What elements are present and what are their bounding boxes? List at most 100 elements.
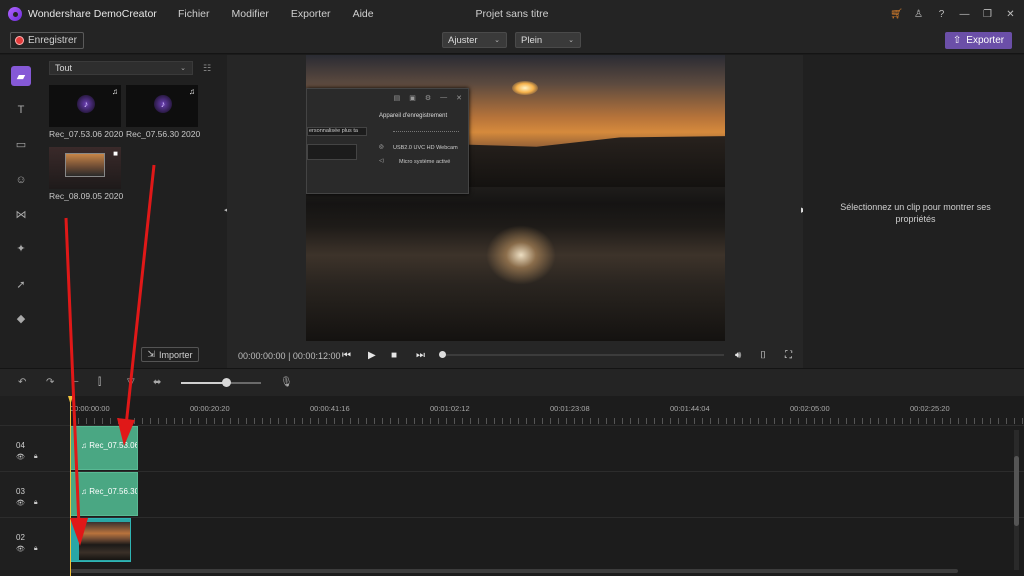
media-item-label: Rec_07.53.06 2020... — [49, 129, 124, 139]
ruler-label: 00:01:23:08 — [550, 404, 590, 413]
visibility-icon[interactable]: 👁︎ — [16, 545, 25, 553]
effects-icon[interactable]: ✦ — [11, 238, 31, 258]
fit-dropdown[interactable]: Ajuster ⌄ — [442, 32, 507, 48]
sticker-icon[interactable]: ☺ — [11, 170, 31, 190]
track-number: 02 — [16, 533, 25, 542]
media-filter-dropdown[interactable]: Tout ⌄ — [49, 61, 193, 75]
time-separator: | — [288, 350, 291, 361]
record-label: Enregistrer — [28, 35, 77, 46]
menu-exporter[interactable]: Exporter — [291, 8, 331, 20]
play-icon[interactable]: ▶ — [368, 350, 376, 361]
cart-icon[interactable]: 🛒︎ — [890, 9, 903, 20]
app-window: Wondershare DemoCreator Fichier Modifier… — [0, 0, 1024, 576]
total-time: 00:00:12:00 — [292, 350, 341, 361]
track-controls: 👁︎ 🔒︎ — [16, 453, 38, 461]
time-readout: 00:00:00:00 | 00:00:12:00 — [238, 351, 340, 361]
previous-frame-icon[interactable]: ⏮ — [342, 350, 351, 361]
lock-icon[interactable]: 🔒︎ — [34, 499, 38, 507]
color-icon[interactable]: ◆ — [11, 308, 31, 328]
track-divider — [0, 425, 1024, 426]
mic-label: Micro système activé — [399, 159, 451, 165]
music-icon: ♪ — [77, 95, 95, 113]
sun-glow — [512, 81, 538, 95]
maximize-icon[interactable]: ❐ — [982, 9, 993, 20]
visibility-icon[interactable]: 👁︎ — [16, 453, 25, 461]
track-controls: 👁︎ 🔒︎ — [16, 499, 38, 507]
preview-panel: ▤ ▣ ⚙ — ✕ Appareil d'enregistrement erso… — [227, 55, 803, 368]
timeline-horizontal-scrollbar[interactable] — [70, 569, 958, 573]
record-button[interactable]: Enregistrer — [10, 32, 84, 49]
fullscreen-icon[interactable]: ⛶ — [785, 350, 792, 361]
playhead[interactable] — [70, 396, 71, 576]
recorder-overlay: ▤ ▣ ⚙ — ✕ Appareil d'enregistrement erso… — [306, 88, 469, 194]
media-item-audio[interactable]: ♪ ♫ — [126, 85, 198, 127]
media-item-label: Rec_08.09.05 2020... — [49, 191, 124, 201]
export-icon: ⇧ — [952, 35, 962, 46]
help-icon[interactable]: ? — [936, 9, 947, 20]
marker-icon[interactable]: ▽ — [127, 377, 135, 388]
next-frame-icon[interactable]: ⏭ — [416, 350, 425, 361]
track-divider — [0, 517, 1024, 518]
ruler-label: 00:01:02:12 — [430, 404, 470, 413]
volume-icon[interactable]: 🔊︎ — [735, 350, 741, 361]
cursor-effects-icon[interactable]: ➚ — [11, 274, 31, 294]
ruler-label: 00:01:44:04 — [670, 404, 710, 413]
export-button[interactable]: ⇧ Exporter — [945, 32, 1012, 49]
folder-icon[interactable]: ▰ — [11, 66, 31, 86]
webcam-label: USB2.0 UVC HD Webcam — [393, 145, 458, 151]
player-controls: 00:00:00:00 | 00:00:12:00 ⏮ ▶ ■ ⏭ 🔊︎ ⌷ ⛶ — [227, 343, 803, 368]
media-item-audio[interactable]: ♪ ♫ — [49, 85, 121, 127]
timeline: 00:00:00:00 00:00:20:20 00:00:41:16 00:0… — [0, 396, 1024, 576]
fit-timeline-icon[interactable]: ⬌ — [153, 377, 161, 388]
text-template-icon[interactable]: T — [11, 100, 31, 120]
stop-icon[interactable]: ■ — [391, 350, 397, 361]
split-icon[interactable]: ⫿ — [98, 377, 101, 388]
menu-fichier[interactable]: Fichier — [178, 8, 210, 20]
track-divider — [0, 471, 1024, 472]
annotation-icon[interactable]: ▭ — [11, 134, 31, 154]
transition-icon[interactable]: ⋈ — [11, 204, 31, 224]
video-clip[interactable] — [70, 518, 131, 562]
recorder-size-field: ersonnalisée plus ta — [307, 127, 367, 136]
visibility-icon[interactable]: 👁︎ — [16, 499, 25, 507]
menu-aide[interactable]: Aide — [353, 8, 374, 20]
export-label: Exporter — [966, 35, 1005, 46]
seek-bar[interactable] — [442, 354, 724, 356]
grid-view-icon[interactable]: ☷ — [203, 63, 211, 74]
lock-icon[interactable]: 🔒︎ — [34, 453, 38, 461]
quality-dropdown[interactable]: Plein ⌄ — [515, 32, 581, 48]
audio-clip-label: ♫ Rec_07.53.06 — [81, 441, 138, 450]
microphone-icon[interactable]: 🎙︎ — [280, 377, 293, 388]
current-time: 00:00:00:00 — [238, 350, 286, 361]
properties-panel: Sélectionnez un clip pour montrer ses pr… — [803, 55, 1024, 368]
seek-handle[interactable] — [439, 351, 446, 358]
account-icon[interactable]: ♙ — [913, 9, 924, 20]
media-item-video[interactable]: ■ — [49, 147, 121, 189]
record-icon — [15, 36, 24, 45]
audio-clip[interactable]: ♫ Rec_07.53.06 — [70, 426, 138, 470]
close-icon[interactable]: ✕ — [1005, 9, 1016, 20]
track-number: 03 — [16, 487, 25, 496]
video-clip-thumbnail — [79, 522, 130, 560]
snapshot-icon[interactable]: ⌷ — [760, 350, 766, 361]
chevron-down-icon: ⌄ — [568, 37, 574, 44]
window-controls: 🛒︎ ♙ ? — ❐ ✕ — [890, 0, 1016, 28]
import-button[interactable]: ⇲ Importer — [141, 347, 199, 362]
preview-canvas: ▤ ▣ ⚙ — ✕ Appareil d'enregistrement erso… — [306, 55, 725, 341]
undo-icon[interactable]: ↶ — [18, 377, 26, 388]
app-logo-icon — [8, 7, 22, 21]
timeline-vertical-scroll-thumb[interactable] — [1014, 456, 1019, 526]
time-ruler[interactable]: 00:00:00:00 00:00:20:20 00:00:41:16 00:0… — [70, 396, 1024, 426]
ruler-label: 00:00:00:00 — [70, 404, 110, 413]
zoom-handle[interactable] — [222, 378, 231, 387]
minimize-icon[interactable]: — — [959, 9, 970, 20]
redo-icon[interactable]: ↷ — [46, 377, 54, 388]
audio-clip[interactable]: ♫ Rec_07.56.30 — [70, 472, 138, 516]
app-name: Wondershare DemoCreator — [28, 8, 157, 20]
properties-placeholder: Sélectionnez un clip pour montrer ses pr… — [840, 202, 991, 224]
lock-icon[interactable]: 🔒︎ — [34, 545, 38, 553]
water-reflection — [486, 225, 556, 285]
recorder-heading: Appareil d'enregistrement — [379, 113, 448, 119]
crop-icon[interactable]: ⌐ — [73, 377, 79, 388]
menu-modifier[interactable]: Modifier — [232, 8, 269, 20]
